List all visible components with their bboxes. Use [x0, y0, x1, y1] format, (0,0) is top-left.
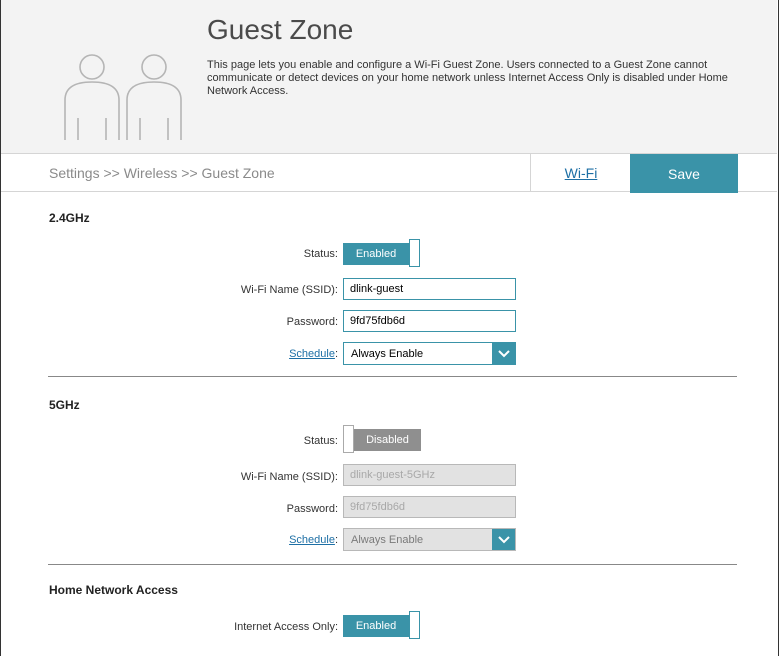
- section-title-5ghz: 5GHz: [49, 398, 80, 412]
- toggle-state: Enabled: [343, 615, 409, 637]
- toggle-knob: [343, 425, 354, 453]
- ssid-label-5ghz: Wi-Fi Name (SSID):: [240, 471, 338, 483]
- schedule-link-text[interactable]: Schedule: [289, 534, 335, 546]
- internet-only-toggle[interactable]: Enabled: [343, 611, 421, 641]
- password-label-5ghz: Password:: [286, 503, 338, 515]
- schedule-select-24ghz[interactable]: Always Enable: [343, 342, 516, 365]
- save-button[interactable]: Save: [630, 154, 738, 193]
- schedule-link-text[interactable]: Schedule: [289, 348, 335, 360]
- status-toggle-24ghz[interactable]: Enabled: [343, 239, 421, 269]
- ssid-input-5ghz[interactable]: [343, 464, 516, 486]
- toggle-knob: [409, 239, 420, 267]
- two-users-icon: [64, 54, 182, 140]
- page-description: This page lets you enable and configure …: [207, 59, 728, 97]
- password-input-24ghz[interactable]: [343, 310, 516, 332]
- status-label-5ghz: Status:: [303, 435, 338, 447]
- toggle-knob: [409, 611, 420, 639]
- ssid-input-24ghz[interactable]: [343, 278, 516, 300]
- schedule-select-5ghz[interactable]: Always Enable: [343, 528, 516, 551]
- status-toggle-5ghz[interactable]: Disabled: [343, 425, 421, 455]
- page-header: Guest Zone This page lets you enable and…: [1, 0, 777, 153]
- password-label-24ghz: Password:: [286, 316, 338, 328]
- section-divider: [48, 564, 737, 565]
- breadcrumb-bar: Settings >> Wireless >> Guest Zone Wi-Fi…: [1, 153, 777, 193]
- section-title-24ghz: 2.4GHz: [49, 211, 90, 225]
- section-title-home-network: Home Network Access: [49, 583, 178, 597]
- password-input-5ghz[interactable]: [343, 496, 516, 518]
- ssid-label-24ghz: Wi-Fi Name (SSID):: [240, 284, 338, 296]
- schedule-link-5ghz[interactable]: Schedule:: [289, 534, 338, 546]
- toggle-state: Enabled: [343, 243, 409, 265]
- internet-only-label: Internet Access Only:: [234, 621, 338, 633]
- chevron-down-icon: [492, 343, 515, 364]
- wifi-link[interactable]: Wi-Fi: [530, 154, 631, 192]
- schedule-link-24ghz[interactable]: Schedule:: [289, 348, 338, 360]
- breadcrumb: Settings >> Wireless >> Guest Zone: [49, 165, 275, 181]
- chevron-down-icon: [492, 529, 515, 550]
- toggle-state: Disabled: [354, 429, 421, 451]
- schedule-value: Always Enable: [351, 534, 424, 546]
- page-title: Guest Zone: [207, 14, 354, 45]
- schedule-value: Always Enable: [351, 348, 424, 360]
- section-divider: [48, 376, 737, 377]
- status-label-24ghz: Status:: [303, 248, 338, 260]
